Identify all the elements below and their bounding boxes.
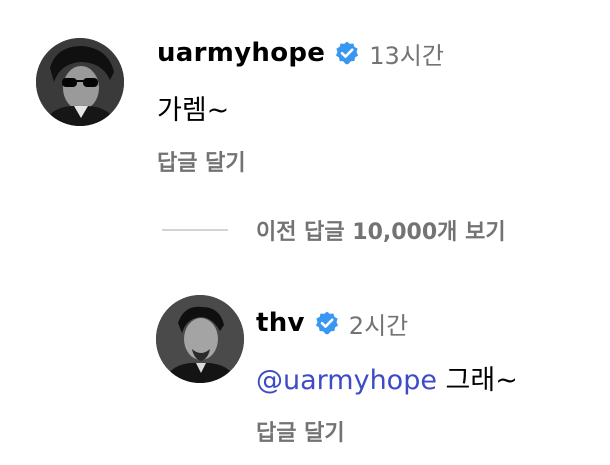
- avatar-uarmyhope[interactable]: [36, 38, 124, 126]
- mention-link[interactable]: @uarmyhope: [256, 365, 437, 396]
- username[interactable]: uarmyhope: [157, 38, 325, 68]
- view-previous-replies-label: 이전 답글 10,000개 보기: [256, 220, 506, 245]
- reply-button[interactable]: 답글 달기: [256, 415, 345, 447]
- view-previous-replies-button[interactable]: 이전 답글 10,000개 보기: [162, 213, 506, 247]
- verified-badge-icon: [314, 310, 340, 336]
- comment-text: 가렘~: [157, 95, 230, 126]
- comment-header: uarmyhope 13시간: [157, 36, 444, 70]
- reply-text-body: 그래~: [436, 365, 518, 396]
- username[interactable]: thv: [256, 308, 305, 338]
- timestamp: 2시간: [348, 311, 409, 340]
- divider-line: [162, 229, 228, 231]
- profile-photo-image: [156, 295, 244, 383]
- reply-header: thv 2시간: [256, 306, 408, 340]
- reply-button[interactable]: 답글 달기: [157, 145, 246, 177]
- profile-photo-image: [36, 38, 124, 126]
- avatar-thv[interactable]: [156, 295, 244, 383]
- timestamp: 13시간: [369, 41, 444, 70]
- verified-badge-icon: [334, 40, 360, 66]
- reply-text: @uarmyhope 그래~: [256, 358, 518, 397]
- comments-thread: uarmyhope 13시간 가렘~ 답글 달기 이전 답글 10,000개 보…: [0, 0, 610, 465]
